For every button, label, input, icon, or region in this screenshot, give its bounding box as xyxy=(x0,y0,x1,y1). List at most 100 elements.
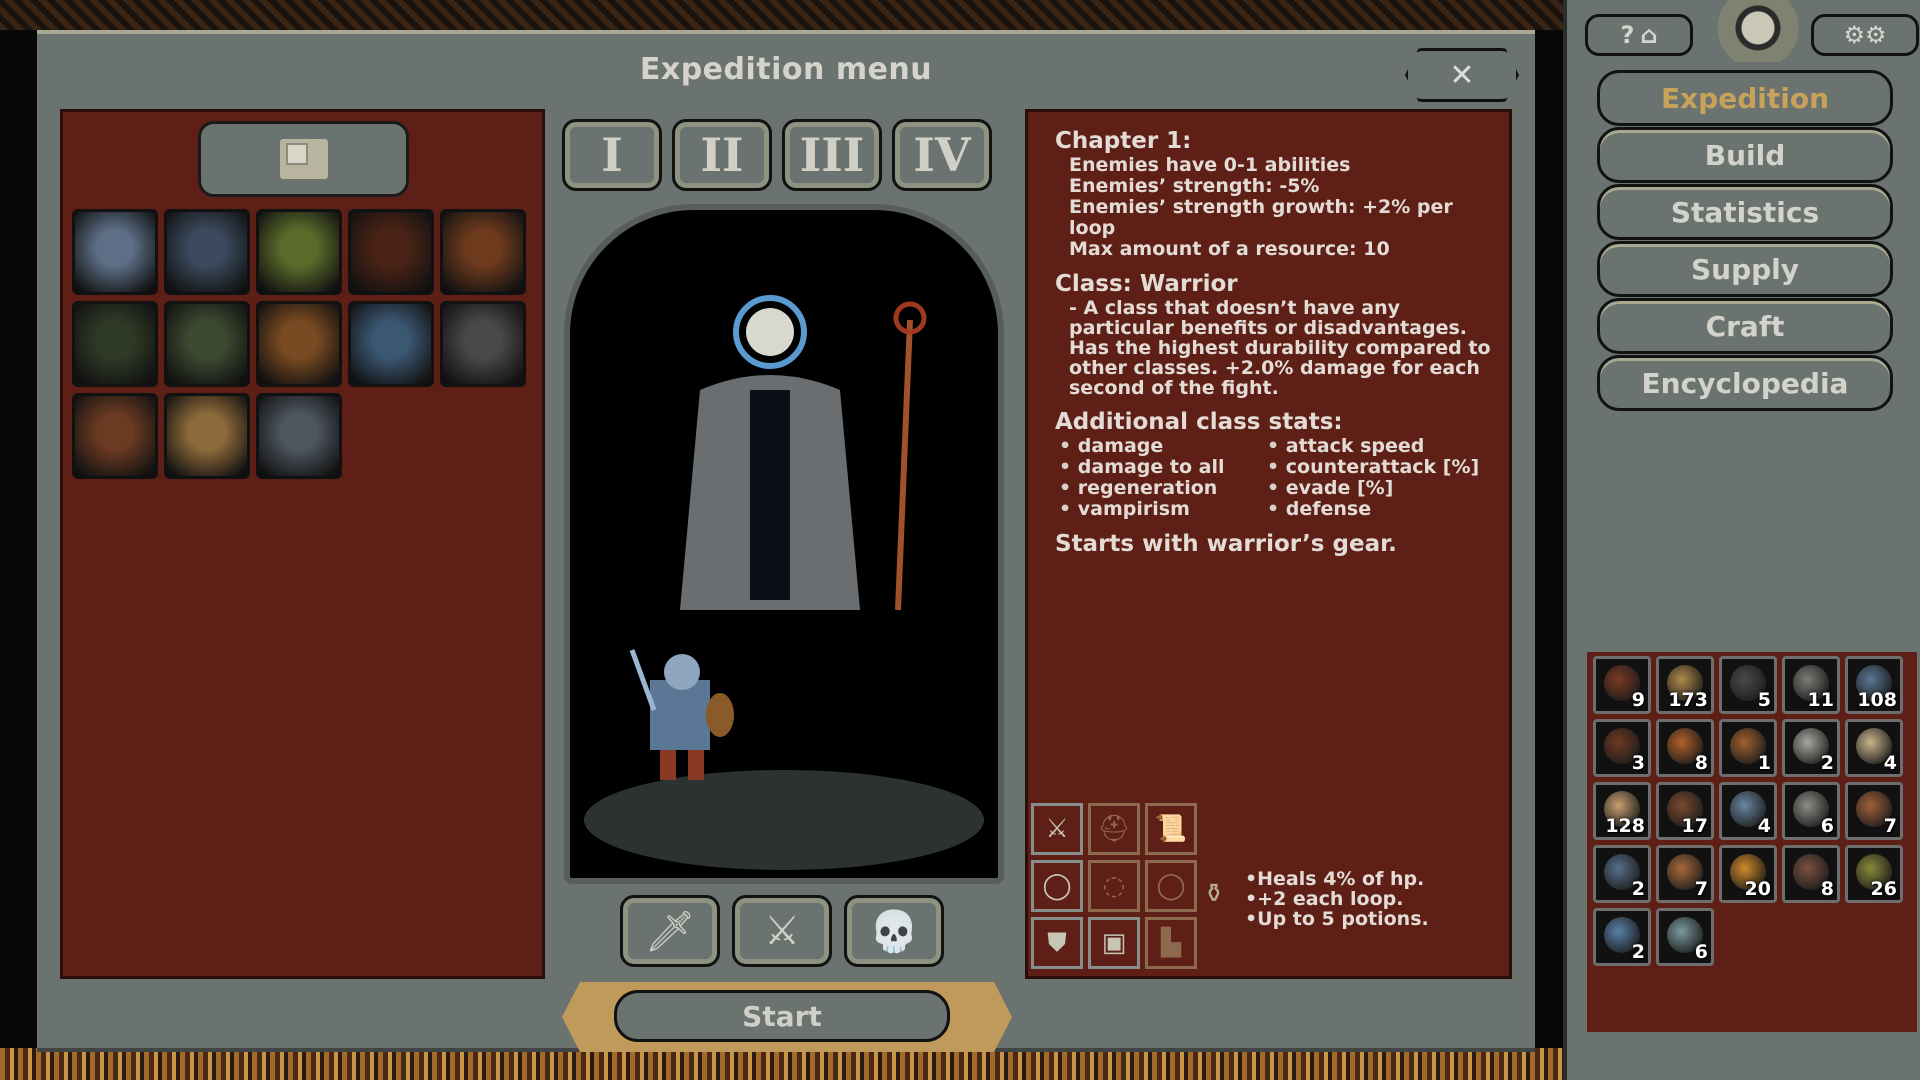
nav-encyclopedia-button[interactable]: Encyclopedia xyxy=(1597,355,1893,411)
card-deck-icon xyxy=(279,139,328,179)
class-selector: 🗡 ⚔ 💀 xyxy=(620,895,944,967)
card-grid xyxy=(72,209,526,479)
chapter-tab-3[interactable]: III xyxy=(782,119,882,191)
expedition-dialog: Expedition menu ✕ I II III IV 🗡 ⚔ 💀 Chap… xyxy=(37,30,1535,1052)
resource-count: 8 xyxy=(1820,878,1834,900)
gear-note: Starts with warrior’s gear. xyxy=(1055,531,1397,557)
forest-card[interactable] xyxy=(72,301,158,387)
resource-count: 2 xyxy=(1631,878,1645,900)
resource-item[interactable]: 11 xyxy=(1782,656,1840,714)
resource-count: 5 xyxy=(1757,689,1771,711)
start-button[interactable]: Start xyxy=(614,990,950,1042)
resource-item[interactable]: 7 xyxy=(1656,845,1714,903)
deck-toggle-button[interactable] xyxy=(198,121,409,197)
warrior-body xyxy=(650,680,710,750)
resource-count: 9 xyxy=(1631,689,1645,711)
resource-item[interactable]: 173 xyxy=(1656,656,1714,714)
class-stat: damage to all xyxy=(1059,457,1267,478)
resource-count: 17 xyxy=(1681,815,1708,837)
class-stat: counterattack [%] xyxy=(1267,457,1497,478)
skull-emblem xyxy=(1713,0,1803,62)
chapter-line: Enemies’ strength growth: +2% per loop xyxy=(1069,196,1453,239)
map-tiles-bottom xyxy=(0,1048,1563,1080)
amulet-slot: ◌ xyxy=(1088,860,1140,912)
resource-item[interactable]: 6 xyxy=(1782,782,1840,840)
resource-item[interactable]: 4 xyxy=(1845,719,1903,777)
warrior-leg xyxy=(660,750,676,780)
warrior-shield xyxy=(706,693,734,737)
class-stat: vampirism xyxy=(1059,499,1267,520)
resource-item[interactable]: 128 xyxy=(1593,782,1651,840)
chapter-line: Enemies have 0-1 abilities xyxy=(1069,154,1351,176)
resource-item[interactable]: 4 xyxy=(1719,782,1777,840)
resource-item[interactable]: 1 xyxy=(1719,719,1777,777)
resource-count: 6 xyxy=(1820,815,1834,837)
nav-expedition-button[interactable]: Expedition xyxy=(1597,70,1893,126)
resource-item[interactable]: 6 xyxy=(1656,908,1714,966)
resource-inventory: 9 173 5 11 108 3 8 1 2 4 128 17 4 6 7 2 7 20 8 26 2 6 xyxy=(1587,652,1917,1032)
crossed-swords-close-icon: ✕ xyxy=(1449,57,1475,93)
class-title: Class: Warrior xyxy=(1055,271,1238,297)
cemetery-card[interactable] xyxy=(164,209,250,295)
mountain-card[interactable] xyxy=(164,393,250,479)
river-card[interactable] xyxy=(348,301,434,387)
helmet-slot: ⛑ xyxy=(1088,803,1140,855)
resource-item[interactable]: 17 xyxy=(1656,782,1714,840)
resource-item[interactable]: 108 xyxy=(1845,656,1903,714)
resource-item[interactable]: 2 xyxy=(1782,719,1840,777)
nav-statistics-button[interactable]: Statistics xyxy=(1597,184,1893,240)
blood-grove-card[interactable] xyxy=(256,301,342,387)
resource-item[interactable]: 9 xyxy=(1593,656,1651,714)
sword-slot: ⚔ xyxy=(1031,803,1083,855)
class-stats-list: damageattack speeddamage to allcounterat… xyxy=(1055,436,1495,520)
class-stat: attack speed xyxy=(1267,436,1497,457)
thicket-card[interactable] xyxy=(164,301,250,387)
ground-shadow xyxy=(584,770,984,870)
settings-button[interactable]: ⚙⚙ xyxy=(1811,14,1919,56)
lich-staff xyxy=(895,319,913,611)
nav-supply-button[interactable]: Supply xyxy=(1597,241,1893,297)
class-button-warrior[interactable]: 🗡 xyxy=(620,895,720,967)
class-button-necromancer[interactable]: 💀 xyxy=(844,895,944,967)
chapter-tab-4[interactable]: IV xyxy=(892,119,992,191)
class-button-rogue[interactable]: ⚔ xyxy=(732,895,832,967)
battlefield-card[interactable] xyxy=(440,301,526,387)
rogue-icon: ⚔ xyxy=(764,908,800,954)
resource-count: 108 xyxy=(1857,689,1897,711)
resource-item[interactable]: 8 xyxy=(1656,719,1714,777)
potion-line: •Up to 5 potions. xyxy=(1245,908,1429,930)
resource-item[interactable]: 5 xyxy=(1719,656,1777,714)
rock-card[interactable] xyxy=(72,393,158,479)
resource-item[interactable]: 2 xyxy=(1593,845,1651,903)
nav-build-button[interactable]: Build xyxy=(1597,127,1893,183)
resource-count: 26 xyxy=(1870,878,1897,900)
lich-card[interactable] xyxy=(72,209,158,295)
starting-gear-grid: ⚔ ⛑ 📜 ◯ ◌ ◯ ⛊ ▣ ▙ xyxy=(1031,803,1197,969)
grove-card[interactable] xyxy=(256,209,342,295)
resource-count: 4 xyxy=(1757,815,1771,837)
boss-scene-illustration xyxy=(564,204,1004,884)
boots-slot: ▙ xyxy=(1145,917,1197,969)
resource-count: 8 xyxy=(1694,752,1708,774)
class-stat: defense xyxy=(1267,499,1497,520)
help-button[interactable]: ? ⌂ xyxy=(1585,14,1693,56)
chapter-tabs: I II III IV xyxy=(562,119,992,191)
spider-cocoon-card[interactable] xyxy=(348,209,434,295)
resource-item[interactable]: 20 xyxy=(1719,845,1777,903)
resource-item[interactable]: 8 xyxy=(1782,845,1840,903)
nav-craft-button[interactable]: Craft xyxy=(1597,298,1893,354)
chapter-tab-2[interactable]: II xyxy=(672,119,772,191)
scroll-slot: 📜 xyxy=(1145,803,1197,855)
camp-sidebar: ? ⌂ ⚙⚙ Expedition Build Statistics Supply Cr… xyxy=(1563,0,1920,1080)
potion-line: •+2 each loop. xyxy=(1245,888,1404,910)
chapter-tab-1[interactable]: I xyxy=(562,119,662,191)
village-card[interactable] xyxy=(256,393,342,479)
resource-item[interactable]: 26 xyxy=(1845,845,1903,903)
resource-item[interactable]: 7 xyxy=(1845,782,1903,840)
lighthouse-card[interactable] xyxy=(440,209,526,295)
resource-item[interactable]: 2 xyxy=(1593,908,1651,966)
resource-item[interactable]: 3 xyxy=(1593,719,1651,777)
start-frame: Start xyxy=(562,982,1012,1052)
ring2-slot: ◯ xyxy=(1145,860,1197,912)
close-button[interactable]: ✕ xyxy=(1405,48,1519,102)
